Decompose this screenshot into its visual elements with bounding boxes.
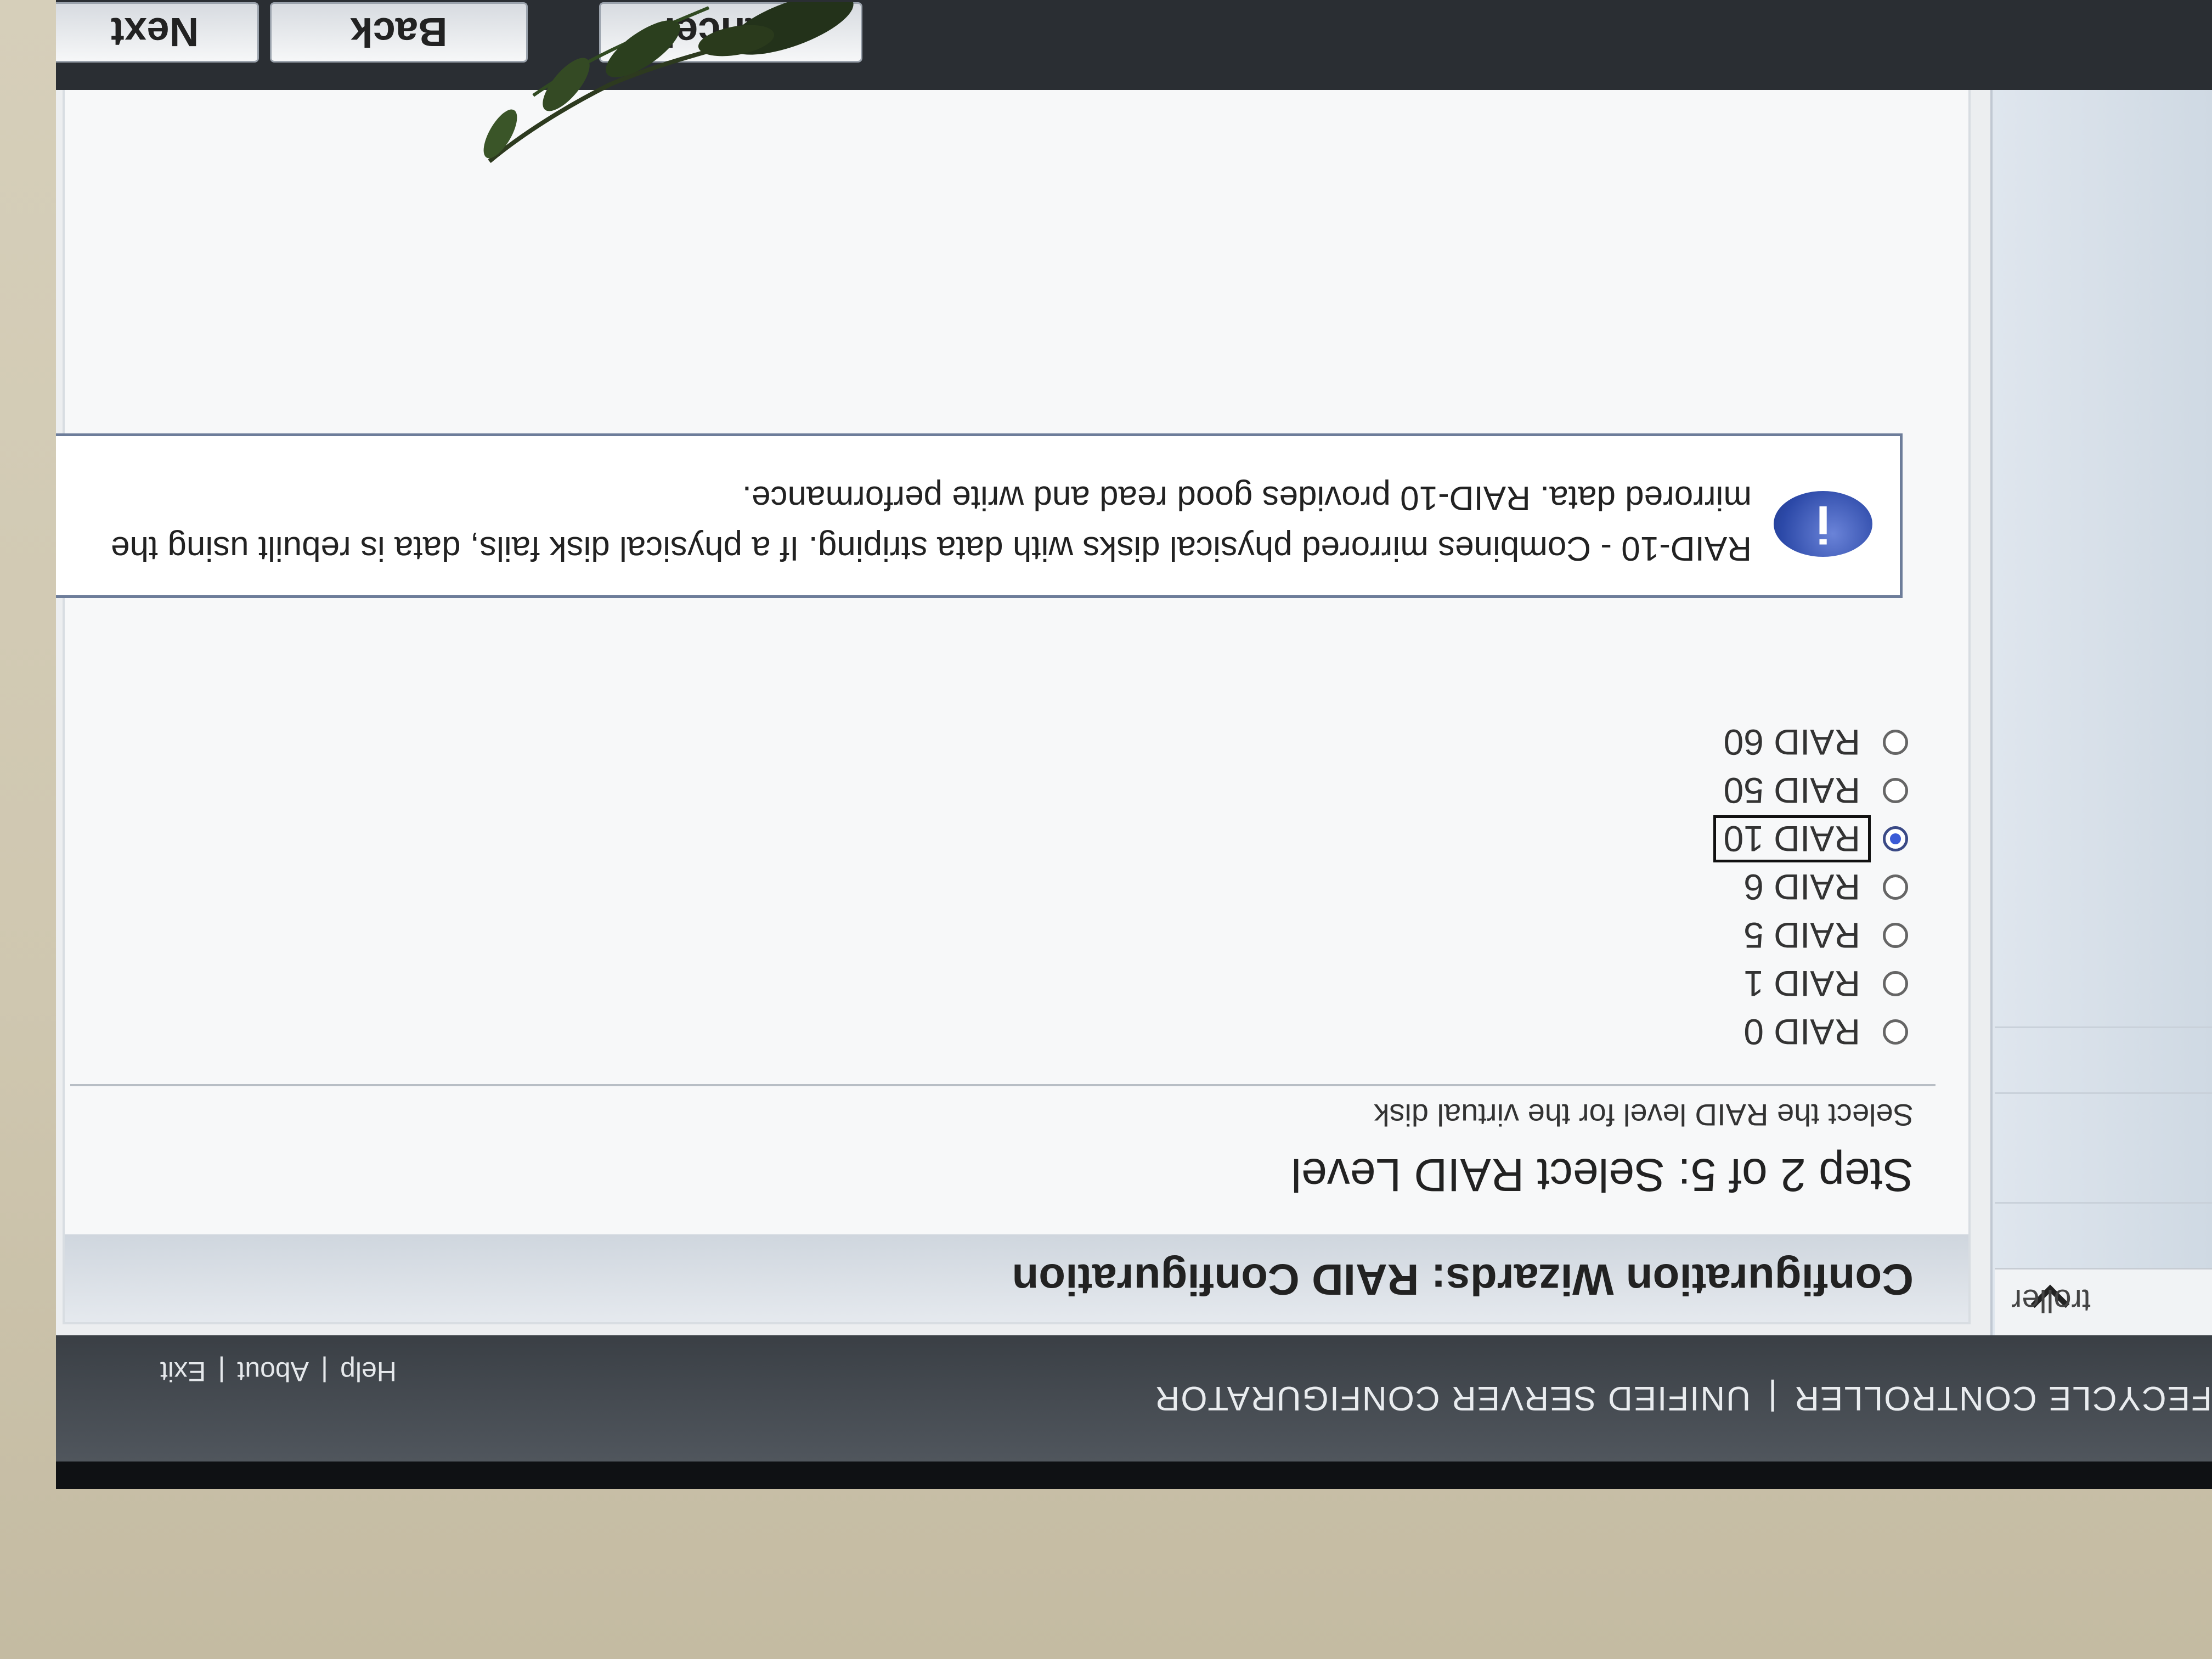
radio-label: RAID 1 <box>1743 963 1860 1004</box>
wizard-panel: Configuration Wizards: RAID Configuratio… <box>56 0 1971 1324</box>
radio-label: RAID 60 <box>1723 722 1860 763</box>
next-button[interactable]: Next <box>56 2 259 63</box>
radio-label: RAID 50 <box>1723 770 1860 811</box>
wizard-title: Configuration Wizards: RAID Configuratio… <box>1012 1255 1914 1304</box>
info-box: i RAID-10 - Combines mirrored physical d… <box>56 433 1903 598</box>
radio-label: RAID 5 <box>1743 915 1860 956</box>
link-separator: | <box>218 1356 225 1387</box>
sidebar-divider <box>1995 1026 2212 1028</box>
radio-button[interactable] <box>1883 1019 1908 1045</box>
radio-option-raid-60[interactable]: RAID 60 <box>1713 718 1908 766</box>
sidebar: troller <box>1990 0 2212 1335</box>
radio-option-raid-5[interactable]: RAID 5 <box>1713 911 1908 960</box>
brand-separator: | <box>1767 1379 1778 1417</box>
radio-label: RAID 6 <box>1743 867 1860 907</box>
radio-option-raid-10[interactable]: RAID 10 <box>1713 815 1908 863</box>
radio-option-raid-6[interactable]: RAID 6 <box>1713 863 1908 911</box>
divider <box>70 1084 1936 1086</box>
brand-right: UNIFIED SERVER CONFIGURATOR <box>1154 1379 1751 1417</box>
raid-level-options: RAID 0 RAID 1 RAID 5 RAID 6 RAID 10 RAID… <box>1713 718 1908 1056</box>
radio-option-raid-50[interactable]: RAID 50 <box>1713 766 1908 815</box>
link-separator: | <box>321 1356 329 1387</box>
cancel-button[interactable]: Cancel <box>599 2 862 63</box>
step-title: Step 2 of 5: Select RAID Level <box>1291 1149 1914 1201</box>
radio-option-raid-1[interactable]: RAID 1 <box>1713 960 1908 1008</box>
sidebar-divider <box>1995 1202 2212 1204</box>
sidebar-item-label: troller <box>2011 1283 2091 1318</box>
radio-option-raid-0[interactable]: RAID 0 <box>1713 1008 1908 1056</box>
info-icon: i <box>1774 491 1872 557</box>
info-text: RAID-10 - Combines mirrored physical dis… <box>110 479 1752 567</box>
radio-button[interactable] <box>1883 874 1908 900</box>
top-links: Help | About | Exit <box>160 1356 397 1387</box>
about-link[interactable]: About <box>237 1356 309 1387</box>
brand-left: FECYCLE CONTROLLER <box>1793 1379 2212 1417</box>
radio-button[interactable] <box>1883 923 1908 948</box>
product-title: FECYCLE CONTROLLER | UNIFIED SERVER CONFIG… <box>1154 1379 2212 1418</box>
button-bar: Cancel Back Next <box>56 0 2212 90</box>
radio-button[interactable] <box>1883 971 1908 996</box>
step-description: Select the RAID level for the virtual di… <box>1374 1098 1914 1132</box>
screen: FECYCLE CONTROLLER | UNIFIED SERVER CONFIG… <box>56 0 2212 1462</box>
radio-button[interactable] <box>1883 778 1908 803</box>
wizard-title-bar: Configuration Wizards: RAID Configuratio… <box>65 1234 1968 1322</box>
top-bar: FECYCLE CONTROLLER | UNIFIED SERVER CONFIG… <box>56 1335 2212 1462</box>
sidebar-divider <box>1995 1092 2212 1094</box>
monitor-scene: FECYCLE CONTROLLER | UNIFIED SERVER CONFIG… <box>0 0 2212 1659</box>
sidebar-item-controller[interactable]: troller <box>1995 1268 2212 1335</box>
help-link[interactable]: Help <box>340 1356 397 1387</box>
radio-button[interactable] <box>1883 730 1908 755</box>
exit-link[interactable]: Exit <box>160 1356 206 1387</box>
radio-button-selected[interactable] <box>1883 826 1908 851</box>
radio-label: RAID 0 <box>1743 1012 1860 1052</box>
radio-label: RAID 10 <box>1713 815 1871 862</box>
back-button[interactable]: Back <box>270 2 528 63</box>
